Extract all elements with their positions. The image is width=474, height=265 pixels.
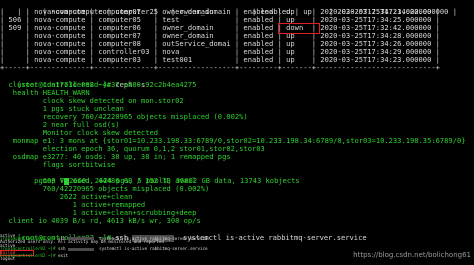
command-text: systemctl is-active rabbitmq-server.serv…	[94, 246, 208, 252]
redacted-host	[68, 247, 95, 251]
terminal-lower-output: active [root@controller02 ~]# ssh systemc…	[0, 0, 474, 261]
command-output: logout	[0, 256, 16, 262]
watermark-text: https://blog.csdn.net/bolichong61	[353, 250, 471, 259]
command-text: ssh	[55, 246, 69, 252]
command-text: exit	[55, 252, 69, 258]
